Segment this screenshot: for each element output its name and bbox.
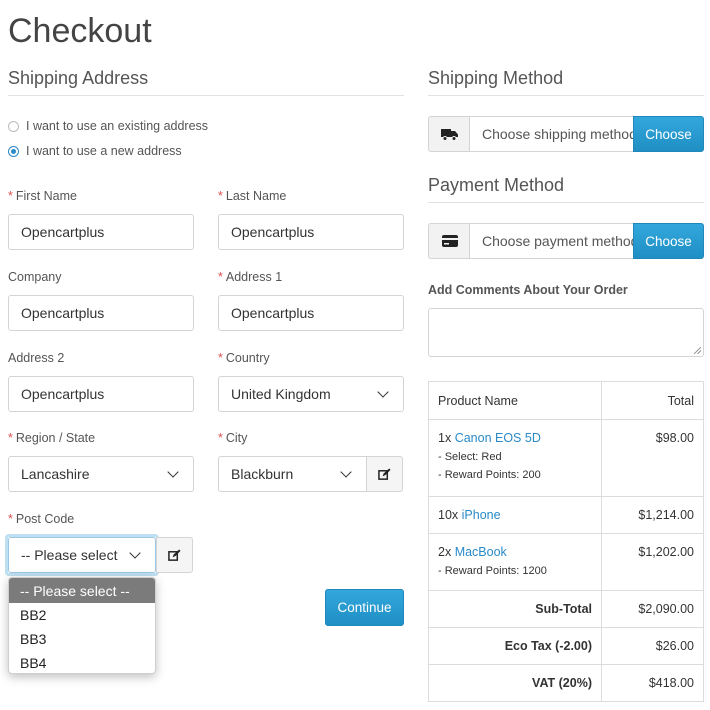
totals-row: Eco Tax (-2.00) $26.00 bbox=[428, 627, 704, 665]
vat-label: VAT (20%) bbox=[428, 664, 602, 702]
postcode-select[interactable]: -- Please select -- bbox=[8, 537, 156, 573]
radio-button-checked[interactable] bbox=[8, 145, 19, 157]
edit-icon bbox=[378, 467, 391, 480]
edit-city-button[interactable] bbox=[366, 456, 403, 492]
eco-tax-value: $26.00 bbox=[601, 627, 704, 665]
address1-field[interactable]: Opencartplus bbox=[218, 295, 404, 331]
vat-value: $418.00 bbox=[601, 664, 704, 702]
address2-field[interactable]: Opencartplus bbox=[8, 376, 194, 412]
table-header-row: Product Name Total bbox=[428, 381, 704, 420]
first-name-field[interactable]: Opencartplus bbox=[8, 214, 194, 250]
product-option: - Reward Points: 1200 bbox=[438, 565, 547, 577]
product-option: - Reward Points: 200 bbox=[438, 469, 541, 481]
subtotal-value: $2,090.00 bbox=[601, 590, 704, 628]
eco-tax-label: Eco Tax (-2.00) bbox=[428, 627, 602, 665]
address1-label: * Address 1 bbox=[218, 270, 283, 284]
region-label: * Region / State bbox=[8, 431, 96, 445]
postcode-label: * Post Code bbox=[8, 512, 75, 526]
chevron-down-icon bbox=[377, 385, 389, 398]
city-label: * City bbox=[218, 431, 248, 445]
page-title: Checkout bbox=[8, 12, 152, 50]
dropdown-option[interactable]: -- Please select -- bbox=[9, 578, 155, 603]
shipping-method-input[interactable]: Choose shipping method bbox=[469, 116, 634, 152]
chevron-down-icon bbox=[340, 465, 352, 478]
order-summary-table: Product Name Total 1x Canon EOS 5D - Sel… bbox=[428, 381, 704, 702]
edit-postcode-button[interactable] bbox=[156, 537, 193, 573]
totals-row: Sub-Total $2,090.00 bbox=[428, 590, 704, 628]
truck-icon bbox=[441, 128, 458, 141]
shipping-address-heading: Shipping Address bbox=[8, 68, 149, 88]
continue-button[interactable]: Continue bbox=[325, 589, 404, 626]
comments-label: Add Comments About Your Order bbox=[428, 283, 628, 297]
choose-payment-button[interactable]: Choose bbox=[633, 223, 704, 259]
company-field[interactable]: Opencartplus bbox=[8, 295, 194, 331]
country-label: * Country bbox=[218, 351, 270, 365]
totals-row: VAT (20%) $418.00 bbox=[428, 664, 704, 702]
line-total: $1,214.00 bbox=[601, 496, 704, 534]
chevron-down-icon bbox=[129, 546, 141, 559]
chevron-down-icon bbox=[167, 465, 179, 478]
radio-button[interactable] bbox=[8, 120, 19, 132]
product-option: - Select: Red bbox=[438, 451, 502, 463]
column-header-total: Total bbox=[601, 381, 704, 420]
city-select[interactable]: Blackburn bbox=[218, 456, 367, 492]
credit-card-icon bbox=[441, 235, 458, 247]
divider bbox=[428, 202, 704, 203]
divider bbox=[8, 95, 404, 96]
edit-icon bbox=[168, 548, 181, 561]
region-select[interactable]: Lancashire bbox=[8, 456, 194, 492]
dropdown-option[interactable]: BB2 bbox=[9, 603, 155, 627]
table-row: 10x iPhone $1,214.00 bbox=[428, 496, 704, 534]
divider bbox=[428, 95, 704, 96]
truck-addon bbox=[428, 116, 470, 152]
product-link[interactable]: MacBook bbox=[455, 545, 507, 559]
payment-method-heading: Payment Method bbox=[428, 175, 565, 195]
comments-textarea[interactable] bbox=[428, 308, 704, 357]
resize-handle-icon[interactable] bbox=[694, 347, 701, 354]
table-row: 1x Canon EOS 5D - Select: Red - Reward P… bbox=[428, 419, 704, 497]
column-header-product: Product Name bbox=[428, 381, 602, 420]
dropdown-option[interactable]: BB3 bbox=[9, 627, 155, 651]
dropdown-option[interactable]: BB4 bbox=[9, 651, 155, 673]
card-addon bbox=[428, 223, 470, 259]
last-name-label: * Last Name bbox=[218, 189, 287, 203]
product-link[interactable]: iPhone bbox=[462, 508, 501, 522]
subtotal-label: Sub-Total bbox=[428, 590, 602, 628]
table-row: 2x MacBook - Reward Points: 1200 $1,202.… bbox=[428, 533, 704, 591]
line-total: $98.00 bbox=[601, 419, 704, 497]
radio-new-address[interactable]: I want to use a new address bbox=[8, 144, 182, 158]
company-label: Company bbox=[8, 270, 62, 284]
line-total: $1,202.00 bbox=[601, 533, 704, 591]
postcode-dropdown: -- Please select -- BB2 BB3 BB4 bbox=[8, 577, 156, 674]
shipping-method-heading: Shipping Method bbox=[428, 68, 564, 88]
payment-method-input[interactable]: Choose payment method bbox=[469, 223, 634, 259]
address2-label: Address 2 bbox=[8, 351, 65, 365]
first-name-label: * First Name bbox=[8, 189, 77, 203]
country-select[interactable]: United Kingdom bbox=[218, 376, 404, 412]
radio-existing-address[interactable]: I want to use an existing address bbox=[8, 119, 208, 133]
product-link[interactable]: Canon EOS 5D bbox=[455, 431, 541, 445]
choose-shipping-button[interactable]: Choose bbox=[633, 116, 704, 152]
last-name-field[interactable]: Opencartplus bbox=[218, 214, 404, 250]
